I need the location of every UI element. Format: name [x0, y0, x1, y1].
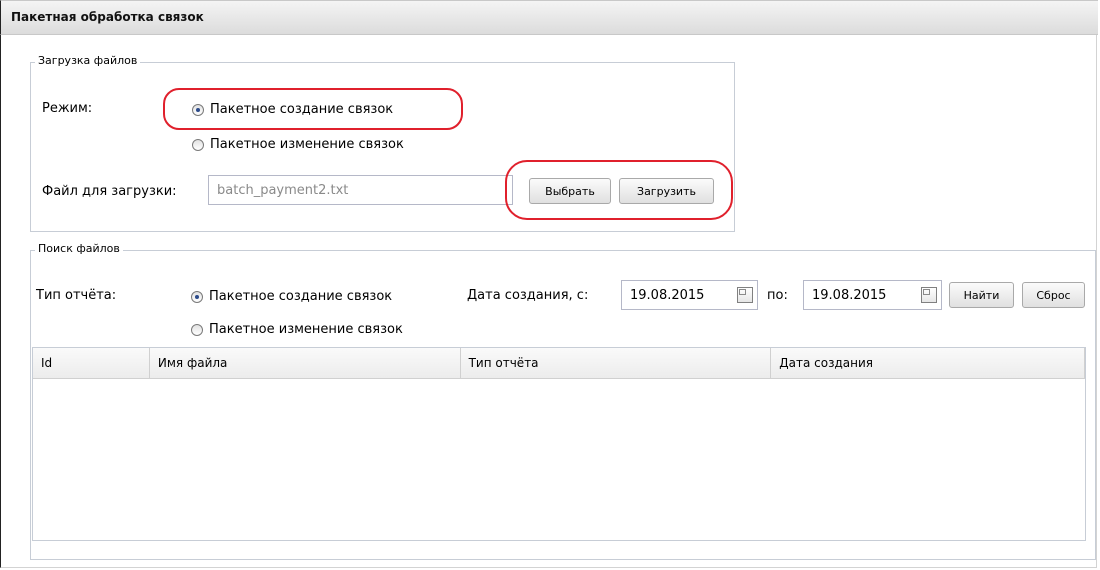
- date-to-value[interactable]: 19.08.2015: [804, 288, 921, 303]
- date-to-label: по:: [767, 288, 788, 303]
- mode-option-edit[interactable]: Пакетное изменение связок: [192, 137, 404, 152]
- date-from-label: Дата создания, с:: [467, 288, 589, 303]
- file-input[interactable]: [208, 175, 513, 205]
- highlight-oval-mode: [163, 88, 463, 130]
- upload-legend: Загрузка файлов: [35, 54, 141, 68]
- window-title: Пакетная обработка связок: [11, 10, 204, 24]
- radio-checked-icon[interactable]: [191, 290, 203, 303]
- mode-option-edit-label: Пакетное изменение связок: [210, 137, 404, 152]
- date-to-field[interactable]: 19.08.2015: [803, 280, 942, 310]
- radio-unchecked-icon[interactable]: [191, 323, 203, 336]
- column-header-id[interactable]: Id: [33, 348, 150, 378]
- calendar-icon[interactable]: [921, 287, 937, 303]
- radio-unchecked-icon[interactable]: [192, 138, 204, 151]
- report-option-create-label: Пакетное создание связок: [209, 289, 393, 304]
- search-legend: Поиск файлов: [35, 242, 123, 256]
- report-option-edit-label: Пакетное изменение связок: [209, 322, 403, 337]
- find-button[interactable]: Найти: [949, 282, 1014, 308]
- column-header-report-type[interactable]: Тип отчёта: [461, 348, 772, 378]
- grid-header-row: Id Имя файла Тип отчёта Дата создания: [33, 348, 1085, 379]
- results-grid: Id Имя файла Тип отчёта Дата создания: [32, 347, 1086, 541]
- highlight-oval-buttons: [505, 160, 733, 220]
- report-option-create[interactable]: Пакетное создание связок: [191, 289, 392, 304]
- window-header: Пакетная обработка связок: [0, 0, 1098, 35]
- calendar-icon[interactable]: [737, 287, 753, 303]
- date-from-value[interactable]: 19.08.2015: [622, 288, 737, 303]
- mode-label: Режим:: [42, 101, 93, 116]
- date-from-field[interactable]: 19.08.2015: [621, 280, 758, 310]
- reset-button[interactable]: Сброс: [1022, 282, 1085, 308]
- report-option-edit[interactable]: Пакетное изменение связок: [191, 322, 403, 337]
- file-label: Файл для загрузки:: [42, 184, 177, 199]
- report-type-label: Тип отчёта:: [36, 288, 117, 303]
- column-header-created-date[interactable]: Дата создания: [771, 348, 1085, 378]
- column-header-filename[interactable]: Имя файла: [150, 348, 461, 378]
